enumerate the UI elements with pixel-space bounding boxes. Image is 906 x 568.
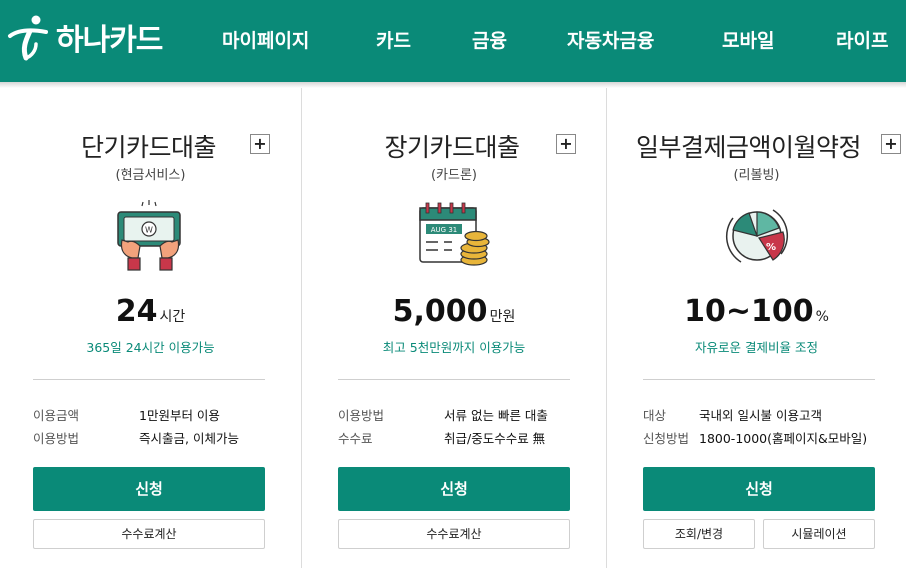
product-card-revolving: 일부결제금액이월약정 + (리볼빙) % 10~100% 자유로운 결제비율 조… xyxy=(607,88,906,568)
highlight-note: 365일 24시간 이용가능 xyxy=(86,340,215,355)
calendar-coins-icon: AUG 31 xyxy=(419,202,490,266)
big-stat: 24 시간 xyxy=(0,294,301,329)
info-value: 취급/중도수수료 無 xyxy=(444,431,546,446)
info-label: 이용방법 xyxy=(33,431,80,446)
fee-calculator-button[interactable]: 수수료계산 xyxy=(338,519,570,549)
highlight-note: 최고 5천만원까지 이용가능 xyxy=(382,340,526,355)
big-stat-number: 10~100 xyxy=(684,294,814,329)
info-label: 신청방법 xyxy=(643,431,690,446)
top-header: 하나카드 마이페이지 카드 금융 자동차금융 모바일 라이프 xyxy=(0,0,906,82)
apply-button[interactable]: 신청 xyxy=(338,467,570,511)
product-card-short-term-loan: 단기카드대출 + (현금서비스) W 24 시간 365일 24시간 이용가능 이… xyxy=(0,88,301,568)
info-value: 즉시출금, 이체가능 xyxy=(139,431,239,446)
pie-percent-text: % xyxy=(766,242,776,253)
info-label: 이용방법 xyxy=(338,408,385,423)
svg-text:W: W xyxy=(145,226,153,235)
section-divider xyxy=(643,379,875,380)
big-stat-unit: % xyxy=(815,309,829,325)
inquiry-change-button[interactable]: 조회/변경 xyxy=(643,519,755,549)
logo-text: 하나카드 xyxy=(56,23,163,58)
apply-button[interactable]: 신청 xyxy=(643,467,875,511)
info-label: 이용금액 xyxy=(33,408,80,423)
info-label: 대상 xyxy=(643,408,667,423)
section-divider xyxy=(33,379,265,380)
section-divider xyxy=(338,379,570,380)
nav-auto-finance[interactable]: 자동차금융 xyxy=(567,26,654,53)
apply-button[interactable]: 신청 xyxy=(33,467,265,511)
calendar-date-text: AUG 31 xyxy=(431,226,457,234)
card-subtitle: (리볼빙) xyxy=(733,168,780,183)
info-value: 국내외 일시불 이용고객 xyxy=(699,408,822,423)
hana-card-logo[interactable]: 하나카드 xyxy=(6,12,163,62)
card-subtitle: (현금서비스) xyxy=(115,168,186,183)
simulation-button[interactable]: 시뮬레이션 xyxy=(763,519,875,549)
info-value: 1만원부터 이용 xyxy=(139,408,220,423)
card-subtitle: (카드론) xyxy=(430,168,478,183)
nav-finance[interactable]: 금융 xyxy=(472,26,507,53)
cash-hands-icon: W xyxy=(117,200,181,271)
nav-card[interactable]: 카드 xyxy=(376,26,411,53)
nav-life[interactable]: 라이프 xyxy=(836,26,888,53)
product-card-card-loan: 장기카드대출 + (카드론) AUG 31 5,000 만원 최고 5천만원까지 … xyxy=(302,88,606,568)
big-stat-number: 24 xyxy=(115,294,158,329)
nav-mobile[interactable]: 모바일 xyxy=(722,26,774,53)
info-label: 수수료 xyxy=(338,431,373,446)
expand-plus-button[interactable]: + xyxy=(556,134,576,154)
fee-calculator-button[interactable]: 수수료계산 xyxy=(33,519,265,549)
expand-plus-button[interactable]: + xyxy=(250,134,270,154)
big-stat: 5,000 만원 xyxy=(302,294,606,329)
nav-mypage[interactable]: 마이페이지 xyxy=(222,26,309,53)
info-value: 1800-1000(홈페이지&모바일) xyxy=(699,431,868,446)
percent-pie-icon: % xyxy=(725,209,789,263)
info-value: 서류 없는 빠른 대출 xyxy=(444,408,548,423)
big-stat: 10~100% xyxy=(607,294,906,329)
card-title: 일부결제금액이월약정 xyxy=(635,133,862,162)
expand-plus-button[interactable]: + xyxy=(881,134,901,154)
big-stat-number: 5,000 xyxy=(392,294,488,329)
highlight-note: 자유로운 결제비율 조정 xyxy=(695,340,818,355)
big-stat-unit: 시간 xyxy=(159,309,186,325)
big-stat-unit: 만원 xyxy=(489,309,516,325)
hana-logo-icon xyxy=(8,15,48,61)
